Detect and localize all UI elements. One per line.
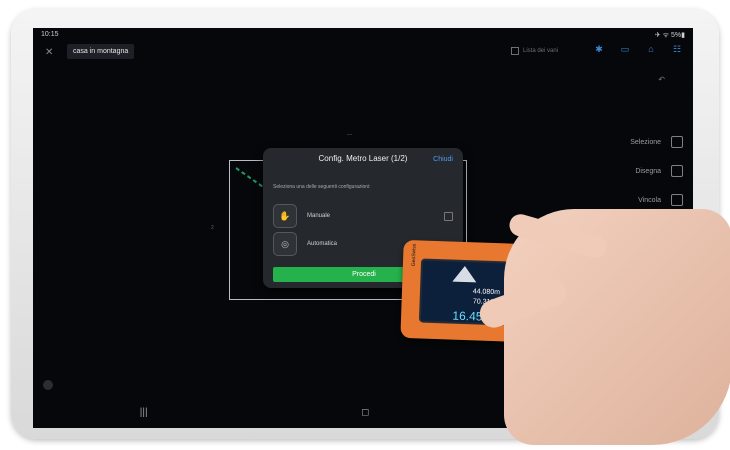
dimension-top: —	[347, 132, 352, 138]
layers-icon[interactable]: ▭	[619, 44, 631, 56]
dialog-subtitle: Seleziona una delle seguenti configurazi…	[273, 184, 371, 190]
project-title[interactable]: casa in montagna	[67, 44, 135, 59]
option-manual-label: Manuale	[307, 213, 331, 219]
grid-icon	[511, 47, 519, 55]
room-list-button[interactable]: Lista dei vani	[511, 47, 558, 55]
people-icon[interactable]: ☷	[671, 44, 683, 56]
tool-selection[interactable]: Selezione	[630, 136, 683, 148]
device-brand: GeoSwiss	[410, 243, 418, 267]
auto-icon: ◎	[273, 232, 297, 256]
recent-apps-button[interactable]: |||	[140, 407, 148, 418]
hand-image	[475, 209, 730, 445]
link-icon	[671, 194, 683, 206]
option-manual[interactable]: ✋ Manuale	[273, 204, 455, 228]
settings-icon[interactable]	[43, 380, 53, 390]
reading-1: 44.080m	[472, 288, 501, 297]
hand-icon: ✋	[273, 204, 297, 228]
manual-checkbox[interactable]	[444, 211, 453, 221]
option-automatic-label: Automatica	[307, 241, 338, 247]
bluetooth-icon[interactable]: ✱	[593, 44, 605, 56]
undo-icon[interactable]: ↶	[658, 75, 665, 84]
tool-constraint-label: Vincola	[638, 196, 661, 204]
dialog-close-button[interactable]: Chiudi	[433, 156, 453, 163]
mountain-icon	[452, 265, 477, 283]
tool-draw-label: Disegna	[635, 167, 661, 175]
finger	[506, 211, 610, 261]
room-list-label: Lista dei vani	[523, 48, 559, 54]
status-icons: ✈ ᯤ 5%▮	[654, 32, 685, 39]
status-bar: 10:15 ✈ ᯤ 5%▮	[33, 28, 693, 42]
share-icon[interactable]: ⌂	[645, 44, 657, 56]
close-icon[interactable]: ✕	[45, 47, 53, 58]
select-icon	[671, 136, 683, 148]
tool-constraint[interactable]: Vincola	[638, 194, 683, 206]
pencil-icon	[671, 165, 683, 177]
tool-draw[interactable]: Disegna	[635, 165, 683, 177]
clock-time: 10:15	[41, 31, 59, 38]
top-toolbar: ✱ ▭ ⌂ ☷	[593, 44, 683, 56]
tool-selection-label: Selezione	[630, 138, 661, 146]
home-button[interactable]: ◻	[361, 407, 369, 418]
dimension-left: 2	[211, 225, 214, 231]
